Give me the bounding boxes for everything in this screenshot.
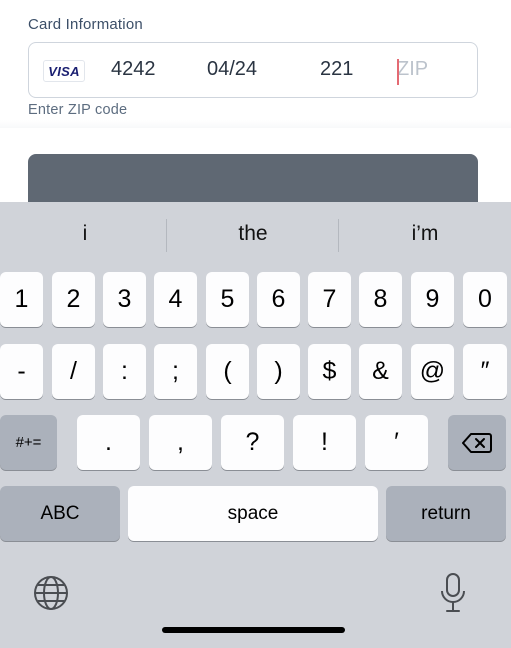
key-2[interactable]: 2 — [52, 272, 95, 327]
key-double-quote[interactable]: ″ — [463, 344, 507, 399]
return-key[interactable]: return — [386, 486, 506, 541]
backspace-key[interactable] — [448, 415, 506, 470]
key-apostrophe[interactable]: ′ — [365, 415, 428, 470]
card-information-label: Card Information — [28, 16, 143, 33]
zip-input[interactable]: ZIP — [397, 58, 428, 81]
space-key[interactable]: space — [128, 486, 378, 541]
key-question[interactable]: ? — [221, 415, 284, 470]
card-input-field[interactable]: VISA 4242 04/24 221 ZIP — [28, 42, 478, 98]
key-colon[interactable]: : — [103, 344, 146, 399]
card-cvc[interactable]: 221 — [320, 58, 353, 81]
key-at[interactable]: @ — [411, 344, 454, 399]
card-brand-label: VISA — [48, 63, 80, 79]
card-form: Card Information VISA 4242 04/24 221 ZIP… — [0, 0, 511, 214]
key-0[interactable]: 0 — [463, 272, 507, 327]
microphone-icon[interactable] — [438, 572, 468, 614]
suggestion-item[interactable]: i — [0, 222, 170, 246]
keyboard: i the i’m 1 2 3 4 5 6 7 8 9 0 - / : ; ( … — [0, 202, 511, 648]
key-close-paren[interactable]: ) — [257, 344, 300, 399]
key-3[interactable]: 3 — [103, 272, 146, 327]
key-4[interactable]: 4 — [154, 272, 197, 327]
backspace-icon — [462, 432, 492, 453]
key-7[interactable]: 7 — [308, 272, 351, 327]
card-expiry[interactable]: 04/24 — [207, 58, 257, 81]
suggestion-bar: i the i’m — [0, 202, 511, 270]
suggestion-divider — [166, 219, 167, 252]
key-exclamation[interactable]: ! — [293, 415, 356, 470]
key-ampersand[interactable]: & — [359, 344, 402, 399]
text-caret — [397, 59, 399, 85]
symbols-toggle-key[interactable]: #+= — [0, 415, 57, 470]
key-8[interactable]: 8 — [359, 272, 402, 327]
key-hyphen[interactable]: - — [0, 344, 43, 399]
key-5[interactable]: 5 — [206, 272, 249, 327]
key-open-paren[interactable]: ( — [206, 344, 249, 399]
suggestion-item[interactable]: the — [168, 222, 338, 246]
key-9[interactable]: 9 — [411, 272, 454, 327]
abc-key[interactable]: ABC — [0, 486, 120, 541]
divider — [0, 120, 511, 128]
key-6[interactable]: 6 — [257, 272, 300, 327]
zip-helper-text: Enter ZIP code — [28, 102, 128, 118]
suggestion-item[interactable]: i’m — [340, 222, 510, 246]
suggestion-divider — [338, 219, 339, 252]
key-period[interactable]: . — [77, 415, 140, 470]
home-indicator — [162, 627, 345, 633]
card-number-last4[interactable]: 4242 — [111, 58, 156, 81]
key-slash[interactable]: / — [52, 344, 95, 399]
key-semicolon[interactable]: ; — [154, 344, 197, 399]
globe-icon[interactable] — [32, 574, 70, 612]
key-1[interactable]: 1 — [0, 272, 43, 327]
visa-icon: VISA — [43, 60, 85, 82]
key-dollar[interactable]: $ — [308, 344, 351, 399]
key-comma[interactable]: , — [149, 415, 212, 470]
